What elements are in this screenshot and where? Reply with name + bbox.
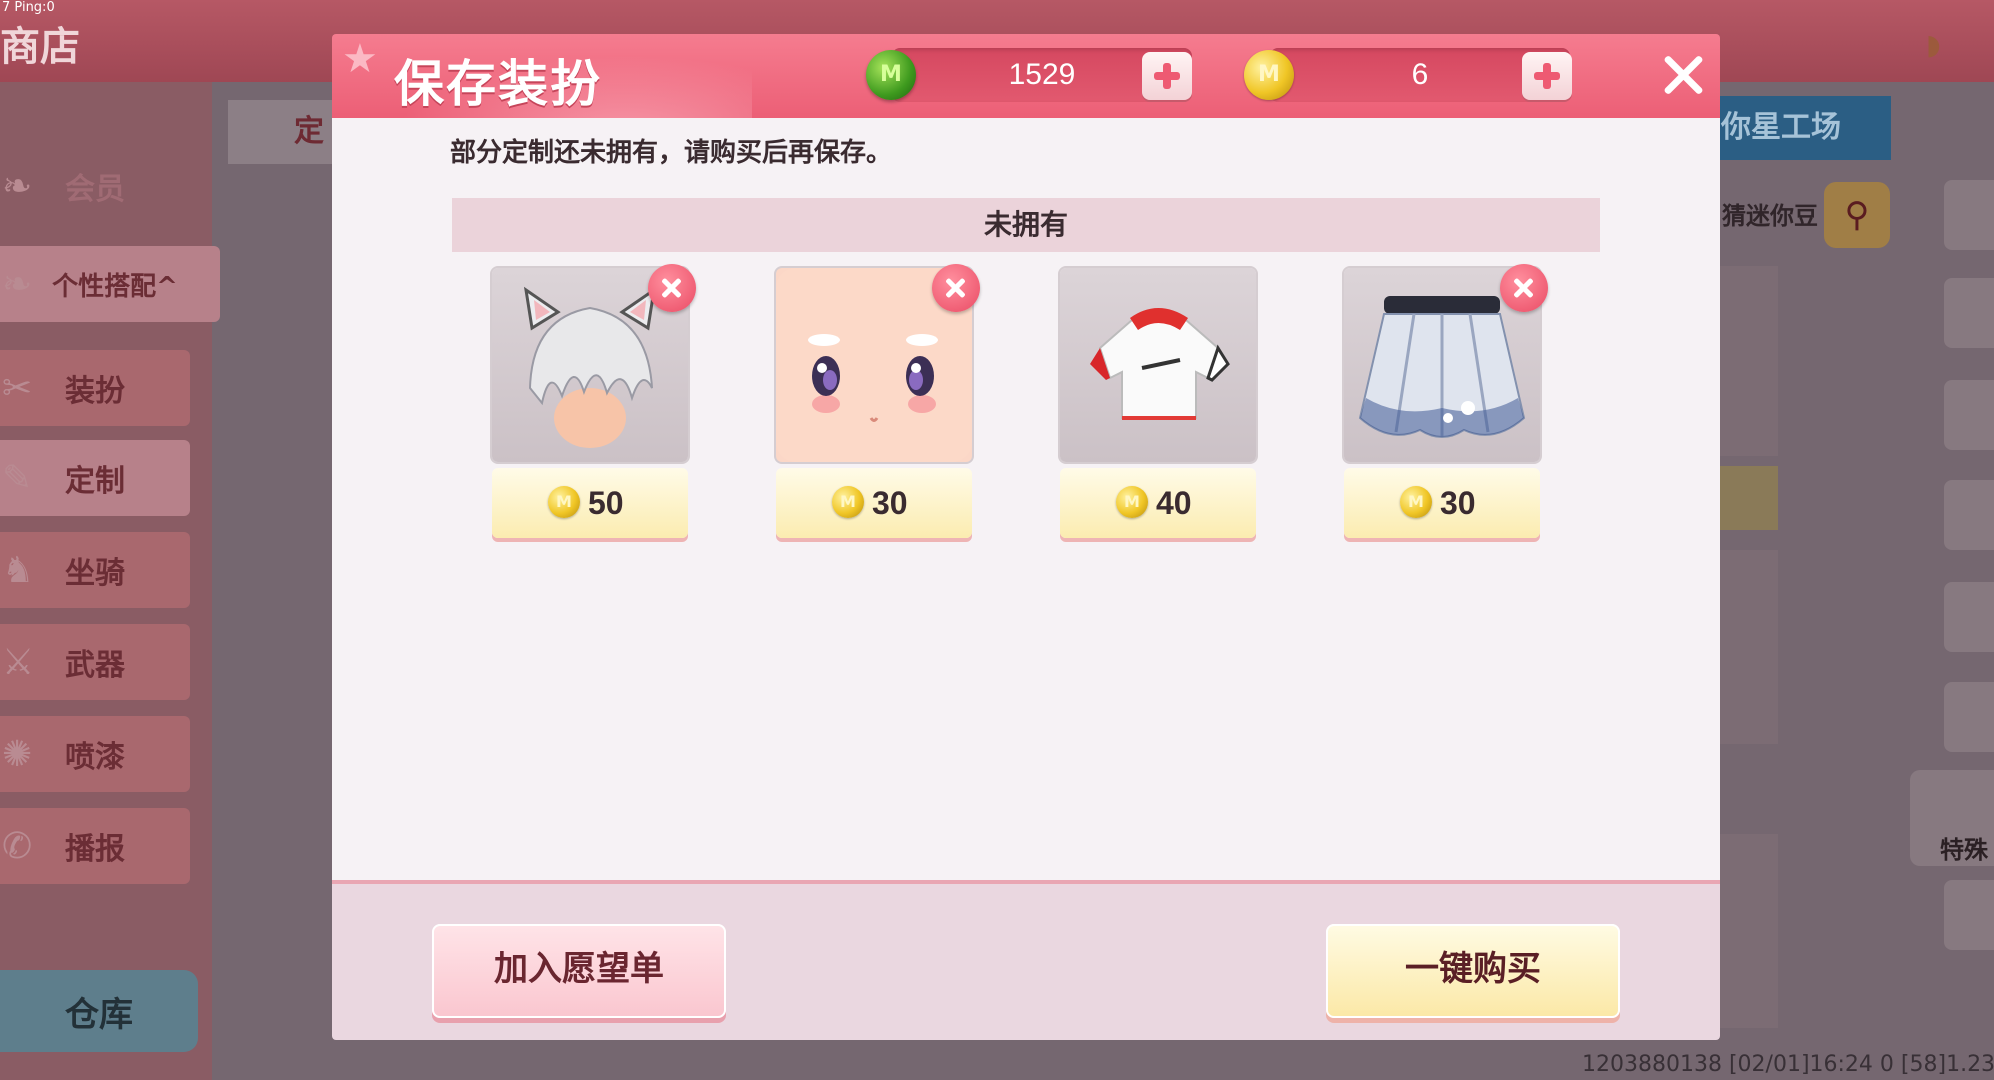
- sidebar-item-label: 个性搭配^: [52, 271, 178, 302]
- workshop-tab-label: 你星工场: [1721, 110, 1841, 145]
- right-tool-button[interactable]: [1944, 278, 1994, 348]
- status-footer: 1203880138 [02/01]16:24 0 [58]1.23.0: [1582, 1052, 1994, 1077]
- hanger-icon: ❧: [2, 264, 33, 305]
- section-title: 未拥有: [452, 198, 1600, 252]
- spray-icon: ✺: [2, 734, 33, 775]
- sidebar-item-label: 播报: [65, 832, 125, 867]
- right-tool-button[interactable]: [1944, 582, 1994, 652]
- custom-icon: ✎: [2, 458, 33, 499]
- sidebar-item-label: 坐骑: [65, 556, 125, 591]
- right-tool-button[interactable]: [1944, 682, 1994, 752]
- broadcast-icon: ✆: [2, 826, 33, 867]
- sidebar-item-label: 装扮: [65, 374, 125, 409]
- workshop-tab[interactable]: 你星工场: [1715, 96, 1891, 160]
- sidebar-item-label: 定制: [65, 464, 125, 499]
- remove-item-button[interactable]: [1500, 264, 1548, 312]
- add-coins-button[interactable]: [1522, 52, 1572, 100]
- buy-item-button[interactable]: M 50: [492, 468, 688, 538]
- bg-product-card[interactable]: [1720, 266, 1778, 456]
- bg-product-card[interactable]: [1720, 550, 1778, 744]
- sidebar-item-label: 会员: [65, 172, 125, 207]
- item-price: 30: [1440, 485, 1476, 521]
- item-price: 40: [1156, 485, 1192, 521]
- warehouse-label: 仓库: [65, 994, 133, 1035]
- outfit-icon: ✂: [2, 368, 33, 409]
- right-tool-button[interactable]: [1944, 380, 1994, 450]
- shirt-icon[interactable]: [1060, 268, 1256, 462]
- buy-item-button[interactable]: M 30: [1344, 468, 1540, 538]
- bg-product-price[interactable]: [1720, 466, 1778, 530]
- buy-item-button[interactable]: M 30: [776, 468, 972, 538]
- sidebar-item-label: 喷漆: [65, 740, 125, 775]
- sidebar-item-vip[interactable]: ❧ 会员: [0, 148, 190, 224]
- search-icon: ⚲: [1844, 195, 1870, 235]
- buy-item-button[interactable]: M 40: [1060, 468, 1256, 538]
- sidebar-item-weapon[interactable]: ⚔ 武器: [0, 624, 190, 700]
- warehouse-button[interactable]: 仓库: [0, 970, 198, 1052]
- item-price: 50: [588, 485, 624, 521]
- shop-title: 商店: [0, 24, 80, 70]
- special-button[interactable]: 特殊: [1910, 770, 1994, 866]
- remove-item-button[interactable]: [932, 264, 980, 312]
- star-icon: ★: [342, 36, 378, 82]
- sidebar-item-custom[interactable]: ✎ 定制: [0, 440, 190, 516]
- notice-message: 部分定制还未拥有，请购买后再保存。: [450, 138, 893, 168]
- sidebar-item-style[interactable]: ❧ 个性搭配^: [0, 246, 220, 322]
- right-tool-button[interactable]: [1944, 480, 1994, 550]
- sidebar-item-outfit[interactable]: ✂ 装扮: [0, 350, 190, 426]
- item-price: 30: [872, 485, 908, 521]
- search-button[interactable]: ⚲: [1824, 182, 1890, 248]
- sidebar-item-label: 武器: [65, 648, 125, 683]
- weapon-icon: ⚔: [2, 642, 35, 683]
- ping-text: 7 Ping:0: [2, 0, 55, 15]
- add-gems-button[interactable]: [1142, 52, 1192, 100]
- right-tool-button[interactable]: [1944, 880, 1994, 950]
- close-button[interactable]: [1654, 42, 1714, 110]
- coin-icon: M: [1400, 486, 1432, 518]
- dialog-header: ★ 保存装扮 1529 M 6 M: [332, 34, 1720, 118]
- bg-product-card[interactable]: [1720, 834, 1778, 1028]
- coin-icon: M: [1244, 50, 1294, 100]
- sidebar-item-broadcast[interactable]: ✆ 播报: [0, 808, 190, 884]
- remove-item-button[interactable]: [648, 264, 696, 312]
- coin-balance: 6: [1411, 58, 1429, 91]
- coin-icon: M: [548, 486, 580, 518]
- dialog-title: 保存装扮: [394, 55, 602, 113]
- add-to-wishlist-button[interactable]: 加入愿望单: [432, 924, 726, 1018]
- search-hint: 猜迷你豆: [1722, 202, 1818, 230]
- special-label: 特殊: [1940, 836, 1988, 864]
- gem-balance: 1529: [1008, 58, 1076, 91]
- sidebar-item-mount[interactable]: ♞ 坐骑: [0, 532, 190, 608]
- buy-all-button[interactable]: 一键购买: [1326, 924, 1620, 1018]
- coin-icon: M: [832, 486, 864, 518]
- save-outfit-dialog: ★ 保存装扮 1529 M 6 M 部分定制还未拥有，请购买后再保存。 未拥有: [332, 34, 1720, 1040]
- right-tool-button[interactable]: [1944, 180, 1994, 250]
- vip-icon: ❧: [2, 166, 33, 207]
- signal-icon: ◗: [1926, 28, 1941, 61]
- gem-icon: M: [866, 50, 916, 100]
- mount-icon: ♞: [2, 550, 35, 591]
- coin-icon: M: [1116, 486, 1148, 518]
- sidebar-item-spray[interactable]: ✺ 喷漆: [0, 716, 190, 792]
